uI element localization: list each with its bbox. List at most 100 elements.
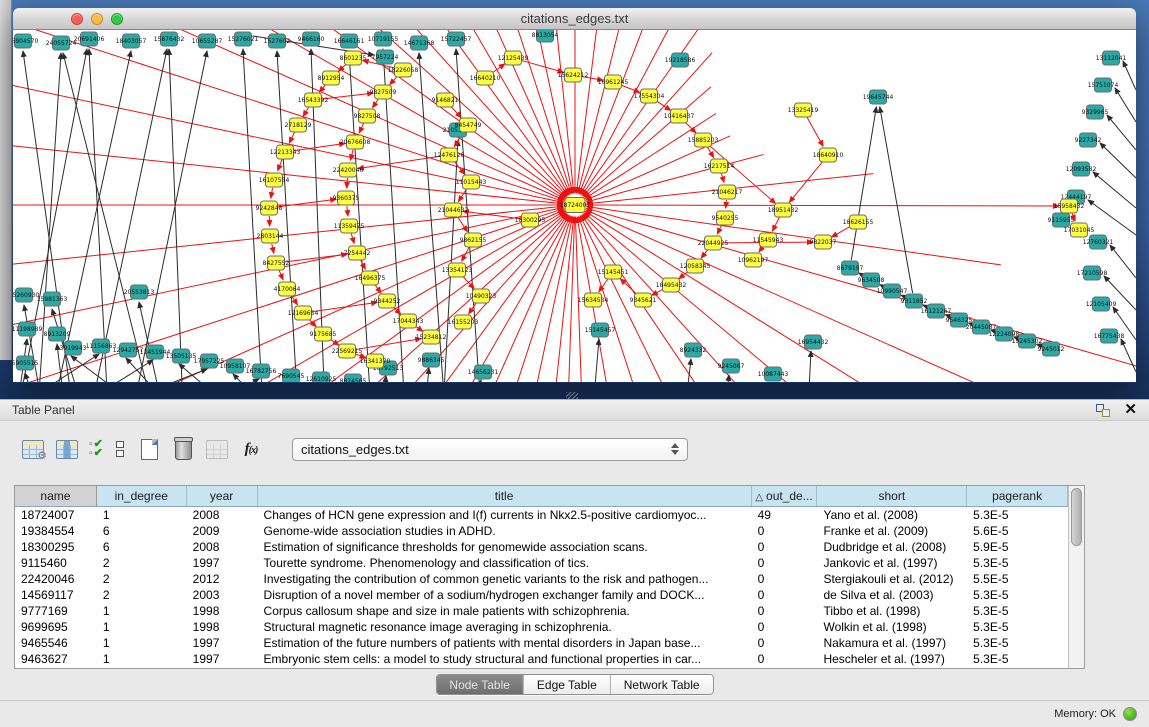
table-cell[interactable]: 9777169 xyxy=(15,603,97,619)
table-cell[interactable]: 6 xyxy=(97,539,187,555)
table-select-dropdown[interactable]: citations_edges.txt xyxy=(292,438,688,461)
table-row[interactable]: 1872400712008Changes of HCN gene express… xyxy=(15,507,1068,523)
tab-edge-table[interactable]: Edge Table xyxy=(524,675,611,694)
table-cell[interactable]: Franke et al. (2009) xyxy=(817,523,967,539)
table-cell[interactable]: de Silva et al. (2003) xyxy=(817,587,967,603)
table-cell[interactable]: Hescheler et al. (1997) xyxy=(817,651,967,667)
table-cell[interactable]: 2 xyxy=(97,571,187,587)
table-cell[interactable]: 5.3E-5 xyxy=(967,587,1068,603)
table-cell[interactable]: 0 xyxy=(752,619,818,635)
select-rows-icon[interactable]: ✔✔ xyxy=(88,436,104,462)
table-cell[interactable]: Structural magnetic resonance image aver… xyxy=(258,619,752,635)
table-cell[interactable]: 1 xyxy=(97,619,187,635)
table-cell[interactable]: 1998 xyxy=(187,603,258,619)
table-cell[interactable]: 0 xyxy=(752,651,818,667)
table-cell[interactable]: 5.3E-5 xyxy=(967,555,1068,571)
table-cell[interactable]: 9699695 xyxy=(15,619,97,635)
table-row[interactable]: 1938455462009Genome-wide association stu… xyxy=(15,523,1068,539)
table-cell[interactable]: 19384554 xyxy=(15,523,97,539)
table-cell[interactable]: 1997 xyxy=(187,635,258,651)
table-cell[interactable]: Embryonic stem cells: a model to study s… xyxy=(258,651,752,667)
table-row[interactable]: 1830029562008Estimation of significance … xyxy=(15,539,1068,555)
table-cell[interactable]: 9463627 xyxy=(15,651,97,667)
table-cell[interactable]: 1 xyxy=(97,507,187,523)
table-cell[interactable]: 9115460 xyxy=(15,555,97,571)
table-cell[interactable]: Dudbridge et al. (2008) xyxy=(817,539,967,555)
table-cell[interactable]: Estimation of the future numbers of pati… xyxy=(258,635,752,651)
table-row[interactable]: 946362711997Embryonic stem cells: a mode… xyxy=(15,651,1068,667)
table-cell[interactable]: 0 xyxy=(752,555,818,571)
tab-node-table[interactable]: Node Table xyxy=(436,675,524,694)
table-cell[interactable]: Estimation of significance thresholds fo… xyxy=(258,539,752,555)
memory-status-dot[interactable] xyxy=(1123,707,1137,721)
table-row[interactable]: 1456911722003Disruption of a novel membe… xyxy=(15,587,1068,603)
table-cell[interactable]: 2 xyxy=(97,555,187,571)
table-cell[interactable]: 2 xyxy=(97,587,187,603)
table-cell[interactable]: 0 xyxy=(752,523,818,539)
table-cell[interactable]: 1 xyxy=(97,651,187,667)
table-cell[interactable]: 0 xyxy=(752,603,818,619)
table-cell[interactable]: 2003 xyxy=(187,587,258,603)
table-cell[interactable]: Corpus callosum shape and size in male p… xyxy=(258,603,752,619)
table-cell[interactable]: 5.3E-5 xyxy=(967,651,1068,667)
table-cell[interactable]: 5.3E-5 xyxy=(967,603,1068,619)
column-visibility-icon[interactable] xyxy=(54,436,80,462)
table-cell[interactable]: 5.3E-5 xyxy=(967,635,1068,651)
table-cell[interactable]: 2009 xyxy=(187,523,258,539)
table-cell[interactable]: 18300295 xyxy=(15,539,97,555)
table-row[interactable]: 946554611997Estimation of the future num… xyxy=(15,635,1068,651)
table-row[interactable]: 969969511998Structural magnetic resonanc… xyxy=(15,619,1068,635)
table-cell[interactable]: 5.5E-5 xyxy=(967,571,1068,587)
table-cell[interactable]: 5.6E-5 xyxy=(967,523,1068,539)
table-cell[interactable]: Disruption of a novel member of a sodium… xyxy=(258,587,752,603)
table-cell[interactable]: Nakamura et al. (1997) xyxy=(817,635,967,651)
column-header-year[interactable]: year xyxy=(187,486,258,506)
column-header-out-de-[interactable]: △out_de... xyxy=(752,486,818,506)
table-cell[interactable]: 5.9E-5 xyxy=(967,539,1068,555)
table-cell[interactable]: 1 xyxy=(97,603,187,619)
table-cell[interactable]: 49 xyxy=(752,507,818,523)
tab-network-table[interactable]: Network Table xyxy=(611,675,713,694)
table-cell[interactable]: 14569117 xyxy=(15,587,97,603)
table-row[interactable]: 911546021997Tourette syndrome. Phenomeno… xyxy=(15,555,1068,571)
column-header-pagerank[interactable]: pagerank xyxy=(967,486,1068,506)
new-attribute-icon[interactable] xyxy=(136,436,162,462)
table-cell[interactable]: 0 xyxy=(752,635,818,651)
network-canvas[interactable]: 1690457024055724206914061840305715876432… xyxy=(13,30,1136,382)
table-cell[interactable]: 9465546 xyxy=(15,635,97,651)
table-cell[interactable]: Changes of HCN gene expression and I(f) … xyxy=(258,507,752,523)
table-cell[interactable]: 6 xyxy=(97,523,187,539)
table-cell[interactable]: Investigating the contribution of common… xyxy=(258,571,752,587)
table-cell[interactable]: 0 xyxy=(752,539,818,555)
table-cell[interactable]: 1997 xyxy=(187,555,258,571)
row-selection-boxes-icon[interactable] xyxy=(112,436,128,462)
function-builder-icon[interactable]: f(x) xyxy=(238,436,264,462)
table-cell[interactable]: 5.3E-5 xyxy=(967,619,1068,635)
table-row[interactable]: 977716911998Corpus callosum shape and si… xyxy=(15,603,1068,619)
table-row[interactable]: 2242004622012Investigating the contribut… xyxy=(15,571,1068,587)
table-cell[interactable]: 22420046 xyxy=(15,571,97,587)
column-header-title[interactable]: title xyxy=(258,486,752,506)
table-cell[interactable]: 2008 xyxy=(187,507,258,523)
column-header-name[interactable]: name xyxy=(15,486,97,506)
table-cell[interactable]: Tourette syndrome. Phenomenology and cla… xyxy=(258,555,752,571)
table-cell[interactable]: 1997 xyxy=(187,651,258,667)
table-settings-icon[interactable]: ⚙ xyxy=(20,436,46,462)
table-cell[interactable]: 5.3E-5 xyxy=(967,507,1068,523)
table-cell[interactable]: 18724007 xyxy=(15,507,97,523)
table-vertical-scrollbar[interactable] xyxy=(1068,486,1084,668)
column-header-short[interactable]: short xyxy=(817,486,967,506)
table-cell[interactable]: Yano et al. (2008) xyxy=(817,507,967,523)
table-cell[interactable]: 0 xyxy=(752,571,818,587)
column-header-in-degree[interactable]: in_degree xyxy=(97,486,187,506)
table-cell[interactable]: Stergiakouli et al. (2012) xyxy=(817,571,967,587)
table-cell[interactable]: 2012 xyxy=(187,571,258,587)
table-cell[interactable]: Genome-wide association studies in ADHD. xyxy=(258,523,752,539)
close-panel-icon[interactable]: ✕ xyxy=(1124,403,1137,417)
network-window-titlebar[interactable]: citations_edges.txt xyxy=(13,8,1136,30)
table-cell[interactable]: Wolkin et al. (1998) xyxy=(817,619,967,635)
delete-attribute-icon[interactable] xyxy=(170,436,196,462)
table-cell[interactable]: 1998 xyxy=(187,619,258,635)
table-cell[interactable]: Tibbo et al. (1998) xyxy=(817,603,967,619)
scrollbar-thumb[interactable] xyxy=(1071,488,1082,546)
